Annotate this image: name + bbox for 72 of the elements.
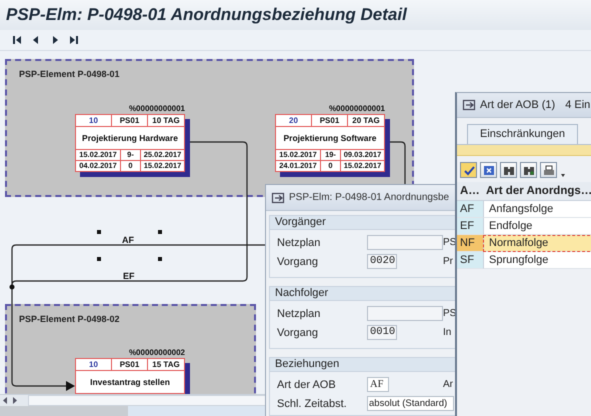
- cancel-button[interactable]: [480, 162, 497, 178]
- field-label: Netzplan: [277, 236, 322, 248]
- last-page-icon[interactable]: [69, 35, 79, 45]
- activity-code: %00000000002: [128, 348, 185, 358]
- duration: 15 TAG: [151, 359, 181, 370]
- list-row-text[interactable]: Normalfolge: [483, 235, 591, 252]
- print-button[interactable]: [540, 162, 557, 178]
- list-row-text[interactable]: Endfolge: [483, 218, 591, 235]
- binoculars-plus-icon: [522, 164, 534, 176]
- field-label: Vorgang: [277, 256, 319, 268]
- input-field[interactable]: [367, 306, 443, 321]
- field-label: Art der AOB: [277, 378, 337, 390]
- input-field[interactable]: [367, 235, 443, 250]
- work-center: PS01: [112, 359, 148, 370]
- selection-handle[interactable]: [97, 257, 101, 261]
- activity-number: 10: [76, 115, 112, 126]
- entry-count: 4 Ein: [565, 99, 590, 111]
- arrow-left-icon: [2, 396, 8, 405]
- activity-number: 10: [76, 359, 112, 370]
- field-label: Ar: [443, 379, 453, 390]
- group-label: PSP-Element P-0498-02: [19, 314, 120, 324]
- list-row-code[interactable]: NF: [457, 235, 483, 252]
- window-title: PSP-Elm: P-0498-01 Anordnungsbeziehung Detail: [6, 5, 407, 25]
- field-label: Pr: [443, 256, 453, 267]
- dropdown-icon[interactable]: [560, 172, 566, 178]
- next-icon[interactable]: [50, 35, 60, 45]
- printer-icon: [542, 164, 554, 176]
- list-row-text[interactable]: Anfangsfolge: [483, 201, 591, 218]
- selection-handle[interactable]: [158, 230, 162, 234]
- list-row-text[interactable]: Sprungfolge: [483, 252, 591, 269]
- activity-title: Projektierung Hardware: [76, 127, 184, 150]
- field-label: Netzplan: [277, 308, 322, 320]
- link-label: EF: [123, 271, 135, 281]
- first-page-icon[interactable]: [12, 35, 22, 45]
- list-row-code[interactable]: AF: [457, 201, 483, 218]
- column-header[interactable]: Art der Anordngs…: [483, 182, 591, 201]
- dialog-title: Art der AOB (1): [480, 99, 556, 111]
- link-label: AF: [122, 235, 134, 245]
- input-field[interactable]: AF: [367, 377, 389, 392]
- dropdown-field[interactable]: absolut (Standard): [367, 396, 454, 411]
- field-label: Vorgang: [277, 326, 319, 338]
- confirm-button[interactable]: [460, 162, 477, 178]
- list-row-code[interactable]: SF: [457, 252, 483, 269]
- list-row-code[interactable]: EF: [457, 218, 483, 235]
- work-center: PS01: [112, 115, 148, 126]
- duration: 10 TAG: [151, 115, 181, 126]
- tab[interactable]: Einschränkungen: [467, 124, 578, 144]
- duration: 20 TAG: [351, 115, 381, 126]
- previous-icon[interactable]: [31, 35, 41, 45]
- selection-handle[interactable]: [158, 257, 162, 261]
- activity-number: 20: [276, 115, 312, 126]
- column-header[interactable]: A…: [457, 182, 483, 201]
- arrow-right-icon: [12, 396, 18, 405]
- field-label: In: [443, 327, 452, 338]
- input-field[interactable]: 0010: [367, 325, 397, 340]
- window-icon: [271, 190, 285, 204]
- activity-code: %00000000001: [328, 104, 385, 114]
- binoculars-icon: [502, 164, 514, 176]
- field-label: Schl. Zeitabst.: [277, 398, 348, 410]
- window-icon: [462, 98, 476, 112]
- find-button[interactable]: [500, 162, 517, 178]
- activity-title: Projektierung Software: [276, 127, 384, 150]
- close-icon: [482, 164, 494, 176]
- work-center: PS01: [312, 115, 348, 126]
- group-label: PSP-Element P-0498-01: [19, 69, 120, 79]
- selection-handle[interactable]: [97, 230, 101, 234]
- dialog-title: PSP-Elm: P-0498-01 Anordnungsbe: [289, 192, 450, 203]
- input-field[interactable]: 0020: [367, 254, 397, 269]
- activity-code: %00000000001: [128, 104, 185, 114]
- find-next-button[interactable]: [520, 162, 537, 178]
- checkmark-icon: [462, 164, 474, 176]
- junction-dot: [10, 284, 14, 290]
